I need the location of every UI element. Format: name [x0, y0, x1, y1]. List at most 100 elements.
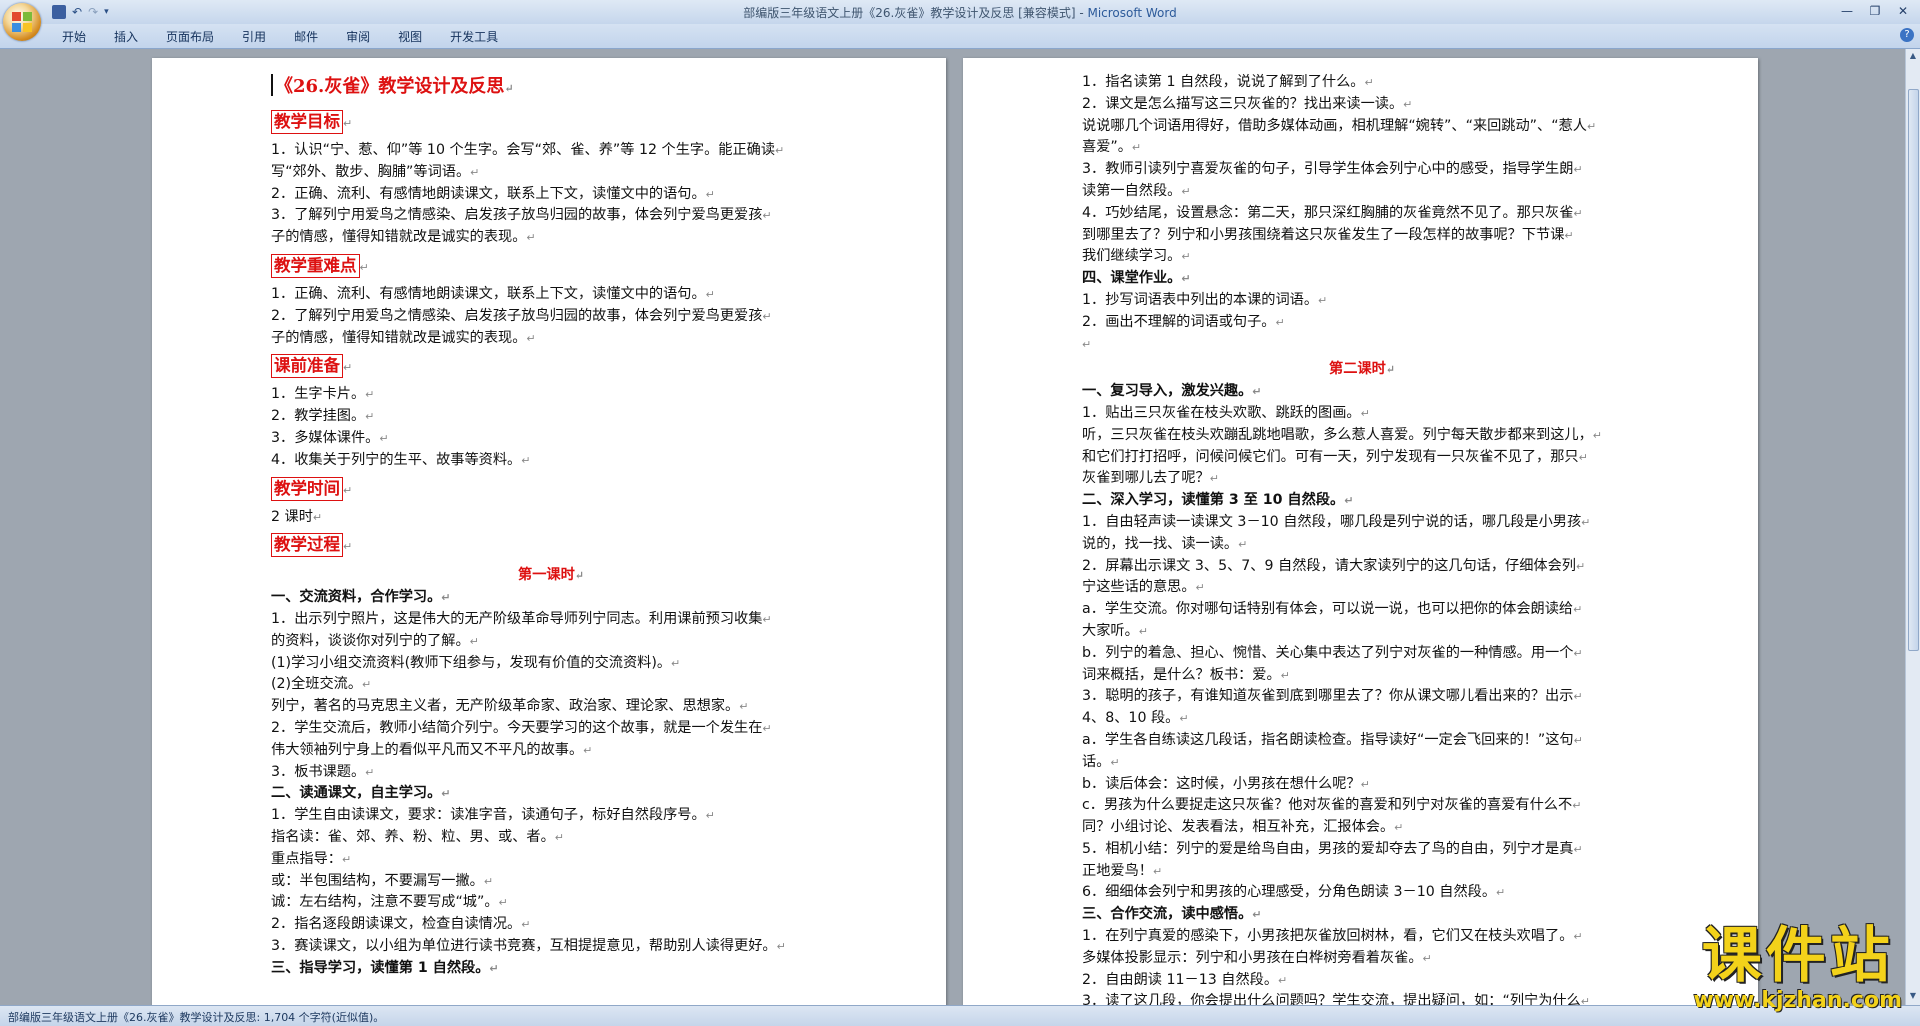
maximize-button[interactable]: ❐ — [1862, 2, 1888, 20]
paragraph-text: 同？小组讨论、发表看法，相互补充，汇报体会。 — [1082, 819, 1395, 836]
document-page-right[interactable]: 1．指名读第 1 自然段，说说了解到了什么。↵ 2．课文是怎么描写这三只灰雀的？找… — [963, 58, 1758, 1005]
paragraph-text: 2．自由朗读 11－13 自然段。 — [1082, 971, 1279, 988]
right-lines-b: 一、复习导入，激发兴趣。↵ 1．贴出三只灰雀在枝头欢歌、跳跃的图画。↵ 听，三只灰雀… — [1082, 381, 1642, 1005]
section-subheading: 三、指导学习，读懂第 1 自然段。↵ — [271, 958, 831, 980]
paragraph-line: 2．课文是怎么描写这三只灰雀的？找出来读一读。↵ — [1082, 94, 1642, 116]
paragraph-text: 列宁，著名的马克思主义者，无产阶级革命家、政治家、理论家、思想家。 — [271, 698, 740, 715]
paragraph-text: 1．贴出三只灰雀在枝头欢歌、跳跃的图画。 — [1082, 404, 1361, 421]
paragraph-line: 1．抄写词语表中列出的本课的词语。↵ — [1082, 290, 1642, 312]
paragraph-line: 6．细细体会列宁和男孩的心理感受，分角色朗读 3－10 自然段。↵ — [1082, 882, 1642, 904]
paragraph-line: 伟大领袖列宁身上的看似平凡而又不平凡的故事。↵ — [271, 740, 831, 762]
paragraph-mark: ↵ — [365, 410, 375, 424]
paragraph-mark: ↵ — [1181, 250, 1191, 264]
paragraph-text: 喜爱”。 — [1082, 139, 1132, 156]
paragraph-line: 诚：左右结构，注意不要写成“城”。↵ — [271, 892, 831, 914]
paragraph-mark: ↵ — [1575, 559, 1586, 573]
paragraph-line: 3．教师引读列宁喜爱灰雀的句子，引导学生体会列宁心中的感受，指导学生朗↵ — [1082, 159, 1642, 181]
paragraph-mark: ↵ — [1318, 293, 1328, 307]
paragraph-line: 3．读了这几段，你会提出什么问题吗？学生交流，提出疑问，如：“列宁为什么↵ — [1082, 991, 1642, 1005]
section-subheading: 四、课堂作业。↵ — [1082, 268, 1642, 290]
paragraph-line: 指名读：雀、郊、养、粉、粒、男、或、者。↵ — [271, 827, 831, 849]
paragraph-text: 2．正确、流利、有感情地朗读课文，联系上下文，读懂文中的语句。 — [271, 185, 706, 202]
paragraph-text: b．列宁的着急、担心、惋惜、关心集中表达了列宁对灰雀的一种情感。用一个 — [1082, 644, 1574, 661]
paragraph-line: 1．出示列宁照片，这是伟大的无产阶级革命导师列宁同志。利用课前预习收集↵ — [271, 609, 831, 631]
paragraph-text: b．读后体会：这时候，小男孩在想什么呢？ — [1082, 775, 1361, 792]
paragraph-line: 2．教学挂图。↵ — [271, 406, 831, 428]
tab-mailings[interactable]: 邮件 — [280, 29, 332, 45]
text-cursor — [271, 74, 273, 96]
right-lines-a: 1．指名读第 1 自然段，说说了解到了什么。↵ 2．课文是怎么描写这三只灰雀的？找… — [1082, 72, 1642, 355]
paragraph-text: 3．多媒体课件。 — [271, 429, 380, 446]
scroll-thumb[interactable] — [1908, 89, 1919, 651]
tab-developer[interactable]: 开发工具 — [436, 29, 512, 45]
paragraph-text: 1．在列宁真爱的感染下，小男孩把灰雀放回树林，看，它们又在枝头欢唱了。 — [1082, 928, 1574, 945]
paragraph-mark: ↵ — [526, 331, 536, 345]
paragraph-line: 列宁，著名的马克思主义者，无产阶级革命家、政治家、理论家、思想家。↵ — [271, 696, 831, 718]
paragraph-line: (1)学习小组交流资料(教师下组参与，发现有价值的交流资料)。↵ — [271, 653, 831, 675]
paragraph-mark: ↵ — [762, 309, 772, 323]
minimize-button[interactable]: — — [1834, 2, 1860, 20]
paragraph-mark: ↵ — [1275, 315, 1285, 329]
tab-view[interactable]: 视图 — [384, 29, 436, 45]
vertical-scrollbar[interactable]: ▲ ▼ — [1905, 49, 1920, 1005]
tab-review[interactable]: 审阅 — [332, 29, 384, 45]
paragraph-mark: ↵ — [1578, 450, 1588, 464]
office-button[interactable] — [3, 3, 41, 41]
paragraph-text: 2．学生交流后，教师小结简介列宁。今天要学习的这个故事，就是一个发生在 — [271, 719, 763, 736]
section-heading: 教学过程 — [271, 533, 343, 558]
paragraph-line: (2)全班交流。↵ — [271, 674, 831, 696]
paragraph-mark: ↵ — [1581, 515, 1591, 529]
close-button[interactable]: ✕ — [1890, 2, 1916, 20]
paragraph-text: 四、课堂作业。 — [1082, 270, 1182, 287]
left-process: 一、交流资料，合作学习。↵ 1．出示列宁照片，这是伟大的无产阶级革命导师列宁同志。… — [271, 587, 831, 979]
section-heading: 教学时间 — [271, 476, 343, 501]
paragraph-mark: ↵ — [469, 634, 479, 648]
paragraph-line: 3．板书课题。↵ — [271, 762, 831, 784]
paragraph-mark: ↵ — [362, 678, 372, 692]
paragraph-mark: ↵ — [1573, 646, 1583, 660]
paragraph-line: 3．赛读课文，以小组为单位进行读书竞赛，互相提提意见，帮助别人读得更好。↵ — [271, 936, 831, 958]
section-subheading: 一、交流资料，合作学习。↵ — [271, 587, 831, 609]
tab-references[interactable]: 引用 — [228, 29, 280, 45]
paragraph-text: 1．抄写词语表中列出的本课的词语。 — [1082, 291, 1319, 308]
paragraph-text: 4、8、10 段。 — [1082, 710, 1180, 727]
help-icon[interactable]: ? — [1900, 28, 1914, 42]
tab-insert[interactable]: 插入 — [100, 29, 152, 45]
lesson-one-title: 第一课时↵ — [518, 567, 584, 584]
ribbon: 开始 插入 页面布局 引用 邮件 审阅 视图 开发工具 ? — [0, 24, 1920, 49]
section-block: 教学时间 ↵ 2 课时↵ — [271, 472, 831, 529]
paragraph-text: 2．了解列宁用爱鸟之情感染、启发孩子放鸟归园的故事，体会列宁爱鸟更爱孩 — [271, 307, 763, 324]
document-page-left[interactable]: 《26.灰雀》教学设计及反思↵ 教学目标 ↵ 1．认识“宁、惹、仰”等 10 个生字… — [152, 58, 946, 1005]
status-bar: 部编版三年级语文上册《26.灰雀》教学设计及反思: 1,704 个字符(近似值)… — [0, 1005, 1920, 1026]
paragraph-line: 重点指导：↵ — [271, 849, 831, 871]
paragraph-text: 指名读：雀、郊、养、粉、粒、男、或、者。 — [271, 828, 555, 845]
scroll-up-icon[interactable]: ▲ — [1907, 51, 1919, 63]
watermark-url: www.kjzhan.com — [1693, 988, 1902, 1013]
paragraph-mark: ↵ — [705, 187, 715, 201]
paragraph-line: 子的情感，懂得知错就改是诚实的表现。↵ — [271, 328, 831, 350]
tab-page-layout[interactable]: 页面布局 — [152, 29, 228, 45]
paragraph-line: 1．指名读第 1 自然段，说说了解到了什么。↵ — [1082, 72, 1642, 94]
paragraph-text: 1．生字卡片。 — [271, 386, 366, 403]
paragraph-mark: ↵ — [441, 787, 451, 801]
paragraph-text: 三、合作交流，读中感悟。 — [1082, 906, 1253, 923]
paragraph-mark: ↵ — [775, 144, 785, 157]
paragraph-line: 4、8、10 段。↵ — [1082, 708, 1642, 730]
paragraph-text: 6．细细体会列宁和男孩的心理感受，分角色朗读 3－10 自然段。 — [1082, 884, 1497, 901]
paragraph-line: 多媒体投影显示：列宁和小男孩在白桦树旁看着灰雀。↵ — [1082, 948, 1642, 970]
paragraph-line: 1．在列宁真爱的感染下，小男孩把灰雀放回树林，看，它们又在枝头欢唱了。↵ — [1082, 926, 1642, 948]
paragraph-mark: ↵ — [1252, 908, 1262, 922]
paragraph-text: 2．画出不理解的词语或句子。 — [1082, 313, 1276, 330]
paragraph-line: 2．指名逐段朗读课文，检查自读情况。↵ — [271, 914, 831, 936]
section-heading-row: 教学目标 ↵ — [271, 105, 831, 140]
paragraph-text: 4．收集关于列宁的生平、故事等资料。 — [271, 451, 522, 468]
scroll-down-icon[interactable]: ▼ — [1907, 991, 1919, 1003]
paragraph-line: b．读后体会：这时候，小男孩在想什么呢？↵ — [1082, 774, 1642, 796]
paragraph-line: 2．了解列宁用爱鸟之情感染、启发孩子放鸟归园的故事，体会列宁爱鸟更爱孩↵ — [271, 306, 831, 328]
paragraph-line: 2．正确、流利、有感情地朗读课文，联系上下文，读懂文中的语句。↵ — [271, 184, 831, 206]
paragraph-mark: ↵ — [526, 231, 536, 245]
paragraph-mark: ↵ — [1573, 163, 1583, 177]
paragraph-text: 写“郊外、散步、胸脯”等词语。 — [271, 163, 471, 180]
tab-home[interactable]: 开始 — [48, 29, 100, 45]
paragraph-text: 3．聪明的孩子，有谁知道灰雀到底到哪里去了？你从课文哪儿看出来的？出示 — [1082, 688, 1574, 705]
